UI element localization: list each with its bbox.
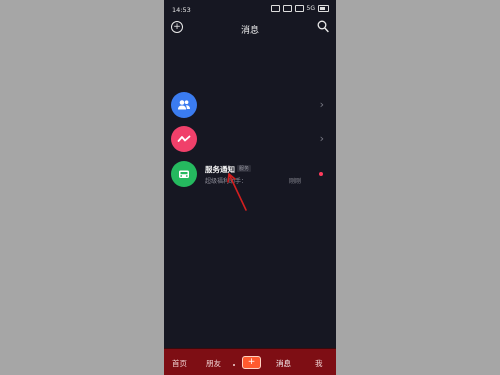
- message-row-interactions[interactable]: ›: [164, 124, 336, 154]
- wave-icon: [177, 135, 191, 142]
- nav-me[interactable]: 我: [315, 358, 323, 369]
- car-icon: [179, 170, 189, 178]
- wifi-icon: [294, 5, 304, 12]
- unread-dot: [319, 172, 323, 176]
- message-row-fans[interactable]: ›: [164, 90, 336, 120]
- annotation-arrow: [227, 173, 247, 211]
- status-time: 14:53: [172, 6, 191, 14]
- signal-icon: 5G: [306, 5, 315, 12]
- nav-messages[interactable]: 消息: [276, 358, 291, 369]
- page-title: 消息: [240, 26, 259, 36]
- avatar: [171, 126, 197, 152]
- chevron-right-icon: ›: [319, 98, 324, 111]
- header: + 消息: [164, 18, 336, 38]
- battery-icon: [318, 5, 329, 12]
- nav-home[interactable]: 首页: [172, 358, 187, 369]
- avatar: [171, 161, 197, 187]
- nav-friends[interactable]: 朋友: [206, 358, 221, 369]
- avatar: [171, 92, 197, 118]
- create-button[interactable]: +: [242, 356, 261, 369]
- message-row-service-notification[interactable]: 服务通知 服务 超级福利助手： 刚刚: [164, 159, 336, 189]
- status-bar: 14:53 5G: [164, 0, 336, 20]
- search-icon[interactable]: [317, 20, 329, 33]
- chevron-right-icon: ›: [319, 132, 324, 145]
- nav-dot: [233, 364, 235, 366]
- phone-screen: 14:53 5G + 消息 › › 服务通知 服务 超级福利助手： 刚刚 首页 …: [164, 0, 336, 375]
- alarm-icon: [282, 5, 292, 12]
- people-icon: [178, 100, 190, 110]
- status-icons: 5G: [270, 5, 329, 12]
- bottom-nav: 首页 朋友 + 消息 我: [164, 348, 336, 375]
- message-time: 刚刚: [289, 178, 302, 185]
- notification-icon: [270, 5, 280, 12]
